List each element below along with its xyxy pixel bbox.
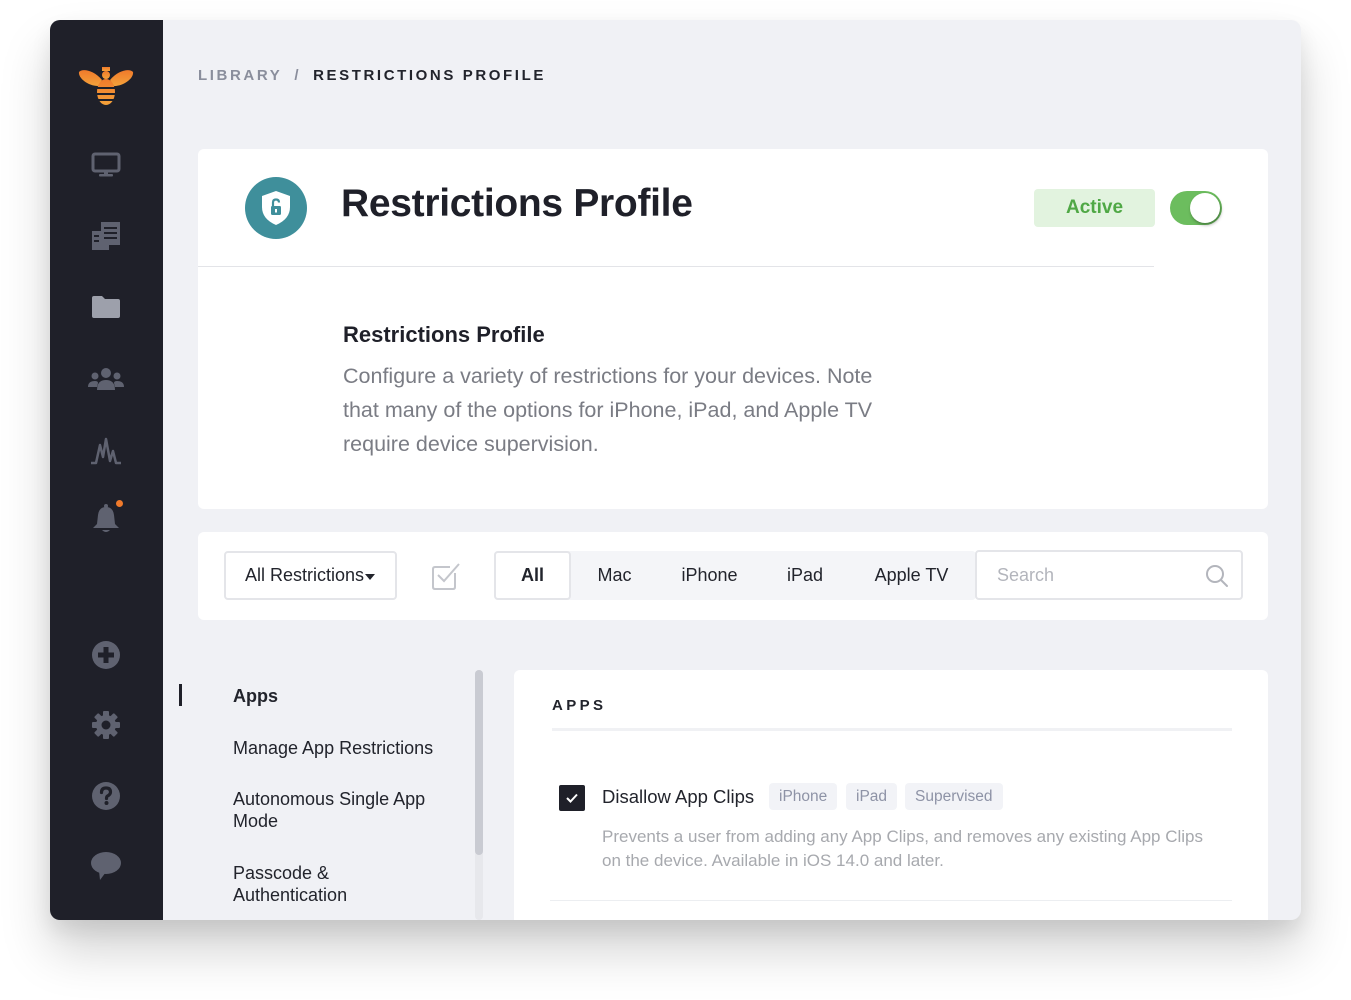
section-nav-scrollbar[interactable] [475,670,483,920]
platform-segmented-control: All Mac iPhone iPad Apple TV [494,551,976,600]
dropdown-value: All Restrictions [245,565,365,585]
header-divider [198,266,1154,267]
option-description: Prevents a user from adding any App Clip… [602,827,1203,870]
documents-icon[interactable] [87,217,125,255]
disallow-app-clips-checkbox[interactable] [559,785,585,811]
breadcrumb: LIBRARY / RESTRICTIONS PROFILE [198,67,546,84]
shield-lock-icon [245,177,307,239]
section-nav-passcode-authentication[interactable]: Passcode & Authentication [233,862,393,906]
segment-mac[interactable]: Mac [571,551,658,600]
description-text: Configure a variety of restrictions for … [343,364,873,456]
tag-supervised: Supervised [905,783,1003,810]
filter-bar: All Restrictions All Mac iPhone iPad App… [198,532,1268,620]
monitor-icon[interactable] [87,146,125,184]
search-field [975,550,1243,600]
status-badge: Active [1034,189,1155,227]
section-title: APPS [552,697,607,714]
question-circle-icon[interactable] [87,777,125,815]
tag-iphone: iPhone [769,783,838,810]
active-section-marker [179,684,182,706]
bee-logo[interactable] [78,64,134,108]
checkmark-icon [566,793,578,803]
option-label: Disallow App Clips [602,786,755,807]
page-title: Restrictions Profile [341,182,693,225]
segment-apple-tv[interactable]: Apple TV [849,551,974,600]
main-content: LIBRARY / RESTRICTIONS PROFILE Restriction… [163,20,1301,920]
search-input[interactable] [977,564,1197,586]
breadcrumb-current: RESTRICTIONS PROFILE [313,67,546,84]
restrictions-dropdown[interactable]: All Restrictions [224,551,397,600]
select-all-checkbox-icon[interactable] [430,560,462,592]
toggle-knob [1190,193,1220,223]
search-icon[interactable] [1205,564,1229,588]
chat-bubble-icon[interactable] [87,847,125,885]
bell-icon[interactable] [87,500,125,538]
section-nav-apps[interactable]: Apps [233,685,473,707]
section-nav-manage-app-restrictions[interactable]: Manage App Restrictions [233,737,473,759]
apps-section-card: APPS Disallow App Clips iPhone iPad Supe… [514,670,1268,920]
sidebar [50,20,163,920]
option-divider [550,900,1232,901]
section-divider [552,728,1232,731]
section-nav-autonomous-single-app-mode[interactable]: Autonomous Single App Mode [233,788,463,832]
tag-ipad: iPad [846,783,898,810]
users-icon[interactable] [87,360,125,398]
breadcrumb-separator: / [294,67,302,84]
segment-iphone[interactable]: iPhone [658,551,761,600]
gear-icon[interactable] [87,706,125,744]
profile-header-card: Restrictions Profile Active Restrictions… [198,149,1268,509]
breadcrumb-library-link[interactable]: LIBRARY [198,67,282,84]
folder-icon[interactable] [87,288,125,326]
plus-circle-icon[interactable] [87,636,125,674]
segment-ipad[interactable]: iPad [761,551,849,600]
activity-icon[interactable] [87,432,125,470]
scrollbar-thumb[interactable] [475,670,483,855]
notification-dot [116,500,123,507]
segment-all[interactable]: All [494,551,571,600]
app-window: LIBRARY / RESTRICTIONS PROFILE Restriction… [50,20,1301,920]
description-title: Restrictions Profile [343,322,545,347]
caret-down-icon [365,573,376,580]
active-toggle[interactable] [1170,191,1222,225]
